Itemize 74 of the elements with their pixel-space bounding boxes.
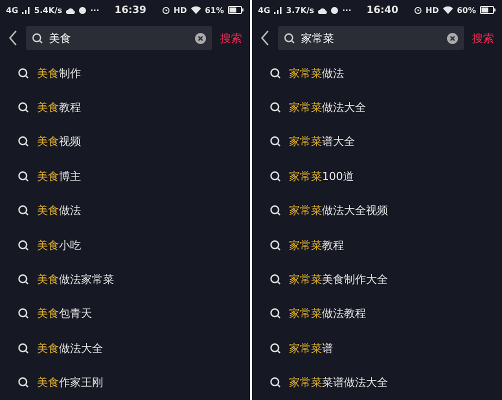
search-icon xyxy=(270,68,281,79)
clear-icon[interactable] xyxy=(195,32,206,44)
cloud-icon xyxy=(318,6,328,14)
alarm-icon xyxy=(414,6,422,14)
suggestion-text[interactable]: 美食制作 xyxy=(37,66,81,81)
time-label: 16:39 xyxy=(114,4,146,16)
circle-icon xyxy=(331,6,338,14)
suggestion-text[interactable]: 美食教程 xyxy=(37,100,81,116)
signal-icon xyxy=(22,6,30,14)
search-icon xyxy=(18,170,29,182)
search-icon xyxy=(18,205,29,216)
suggestion-text[interactable]: 美食做法大全 xyxy=(37,340,103,356)
suggestion-text[interactable]: 美食小吃 xyxy=(37,238,81,253)
alarm-icon xyxy=(162,6,170,14)
suggestion-text[interactable]: 家常菜教程 xyxy=(289,238,344,253)
speed-label: 5.4K/s xyxy=(34,6,62,14)
suggestion-text[interactable]: 家常菜谱 xyxy=(289,340,333,356)
suggestion-text[interactable]: 美食包青天 xyxy=(37,306,92,322)
search-icon xyxy=(284,32,295,44)
search-button[interactable]: 搜索 xyxy=(220,30,242,46)
search-button[interactable]: 搜索 xyxy=(472,30,494,46)
suggestion-text[interactable]: 家常菜菜谱做法大全 xyxy=(289,375,388,390)
search-field[interactable]: 家常菜 xyxy=(278,26,464,50)
suggestion-text[interactable]: 家常菜100道 xyxy=(289,168,354,184)
more-label: ··· xyxy=(90,6,100,14)
cloud-icon xyxy=(66,6,76,14)
search-icon xyxy=(18,274,29,286)
time-label: 16:40 xyxy=(366,4,398,16)
search-icon xyxy=(270,205,281,216)
suggestion-text[interactable]: 家常菜做法教程 xyxy=(289,306,366,322)
suggestion-text[interactable]: 家常菜谱大全 xyxy=(289,134,355,150)
suggestion-text[interactable]: 美食做法家常菜 xyxy=(37,272,114,288)
speed-label: 3.7K/s xyxy=(286,6,314,14)
search-icon xyxy=(270,377,281,388)
suggestion-text[interactable]: 家常菜做法大全视频 xyxy=(289,203,388,218)
back-icon[interactable] xyxy=(8,30,18,46)
search-icon xyxy=(18,342,29,354)
search-icon xyxy=(270,136,281,148)
suggestion-text[interactable]: 家常菜美食制作大全 xyxy=(289,272,388,288)
search-icon xyxy=(270,308,281,320)
battery-icon xyxy=(228,6,244,14)
back-icon[interactable] xyxy=(260,30,270,46)
search-icon xyxy=(270,342,281,354)
wifi-icon xyxy=(190,6,201,14)
battery-label: 61% xyxy=(204,6,224,14)
search-field[interactable]: 美食 xyxy=(26,26,212,50)
signal-icon xyxy=(274,6,282,14)
search-icon xyxy=(18,136,29,148)
suggestion-text[interactable]: 美食做法 xyxy=(37,203,81,218)
wifi-icon xyxy=(442,6,453,14)
search-icon xyxy=(270,274,281,286)
hd-label: HD xyxy=(174,6,187,14)
network-label: 4G xyxy=(6,6,18,14)
battery-label: 60% xyxy=(456,6,476,14)
search-icon xyxy=(18,68,29,79)
suggestion-text[interactable]: 美食博主 xyxy=(37,168,81,184)
search-icon xyxy=(18,240,29,251)
suggestion-text[interactable]: 美食视频 xyxy=(37,134,81,150)
hd-label: HD xyxy=(426,6,439,14)
suggestion-text[interactable]: 家常菜做法 xyxy=(289,66,344,81)
search-icon xyxy=(18,102,29,114)
network-label: 4G xyxy=(258,6,270,14)
search-icon xyxy=(18,308,29,320)
circle-icon xyxy=(79,6,86,14)
search-icon xyxy=(32,32,43,44)
search-icon xyxy=(18,377,29,388)
clear-icon[interactable] xyxy=(447,32,458,44)
suggestion-text[interactable]: 美食作家王刚 xyxy=(37,375,103,390)
search-icon xyxy=(270,240,281,251)
more-label: ··· xyxy=(342,6,352,14)
suggestion-text[interactable]: 家常菜做法大全 xyxy=(289,100,366,116)
search-icon xyxy=(270,170,281,182)
search-icon xyxy=(270,102,281,114)
battery-icon xyxy=(480,6,496,14)
